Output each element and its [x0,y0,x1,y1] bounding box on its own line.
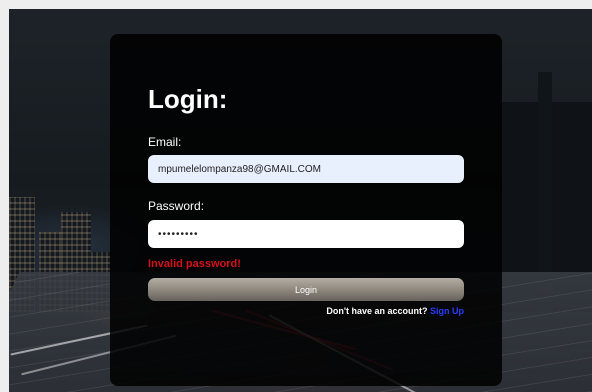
login-card: Login: Email: Password: Invalid password… [110,34,502,386]
password-label: Password: [148,199,205,213]
signup-prompt: Don't have an account? [326,306,428,316]
signup-row: Don't have an account? Sign Up [326,306,464,316]
signup-link[interactable]: Sign Up [430,306,464,316]
login-title: Login: [148,84,228,114]
email-input[interactable] [148,155,464,183]
login-button[interactable]: Login [148,278,464,301]
email-label: Email: [148,135,182,149]
password-input[interactable] [148,220,464,248]
error-message: Invalid password! [148,258,241,270]
